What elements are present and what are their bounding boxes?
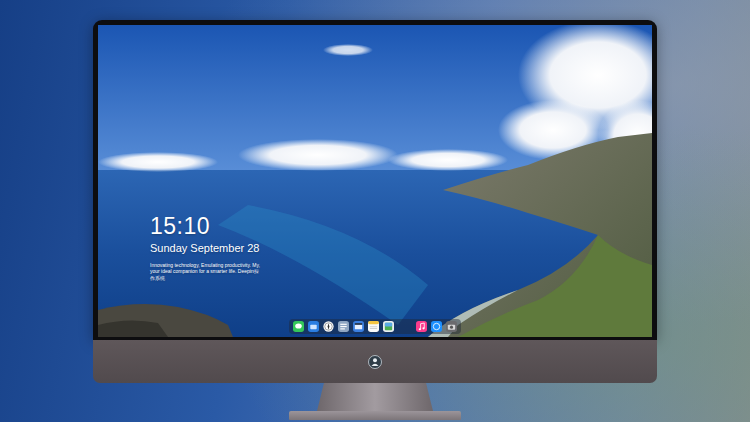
monitor-chin bbox=[93, 340, 657, 383]
files-icon[interactable] bbox=[308, 321, 319, 332]
video-icon[interactable] bbox=[353, 321, 364, 332]
photos-icon[interactable] bbox=[383, 321, 394, 332]
clock-date: Sunday September 28 bbox=[150, 241, 262, 255]
clock-time: 15:10 bbox=[150, 213, 262, 239]
lock-clock: 15:10 Sunday September 28 Innovating tec… bbox=[150, 213, 262, 282]
app-store-icon[interactable] bbox=[431, 321, 442, 332]
monitor-screen: 15:10 Sunday September 28 Innovating tec… bbox=[98, 25, 652, 337]
music-icon[interactable] bbox=[416, 321, 427, 332]
dock bbox=[289, 319, 461, 334]
monitor-stand-neck bbox=[317, 383, 433, 411]
tagline: Innovating technology, Emulating product… bbox=[150, 262, 262, 282]
desktop-scene: 15:10 Sunday September 28 Innovating tec… bbox=[0, 0, 750, 422]
monitor-bezel: 15:10 Sunday September 28 Innovating tec… bbox=[93, 20, 657, 340]
camera-icon[interactable] bbox=[446, 321, 457, 332]
notes-icon[interactable] bbox=[368, 321, 379, 332]
monitor-stand-base bbox=[289, 411, 461, 420]
settings-icon[interactable] bbox=[338, 321, 349, 332]
messages-icon[interactable] bbox=[293, 321, 304, 332]
brand-logo-icon bbox=[368, 355, 382, 369]
compass-icon[interactable] bbox=[323, 321, 334, 332]
wallpaper-photo bbox=[98, 25, 652, 337]
